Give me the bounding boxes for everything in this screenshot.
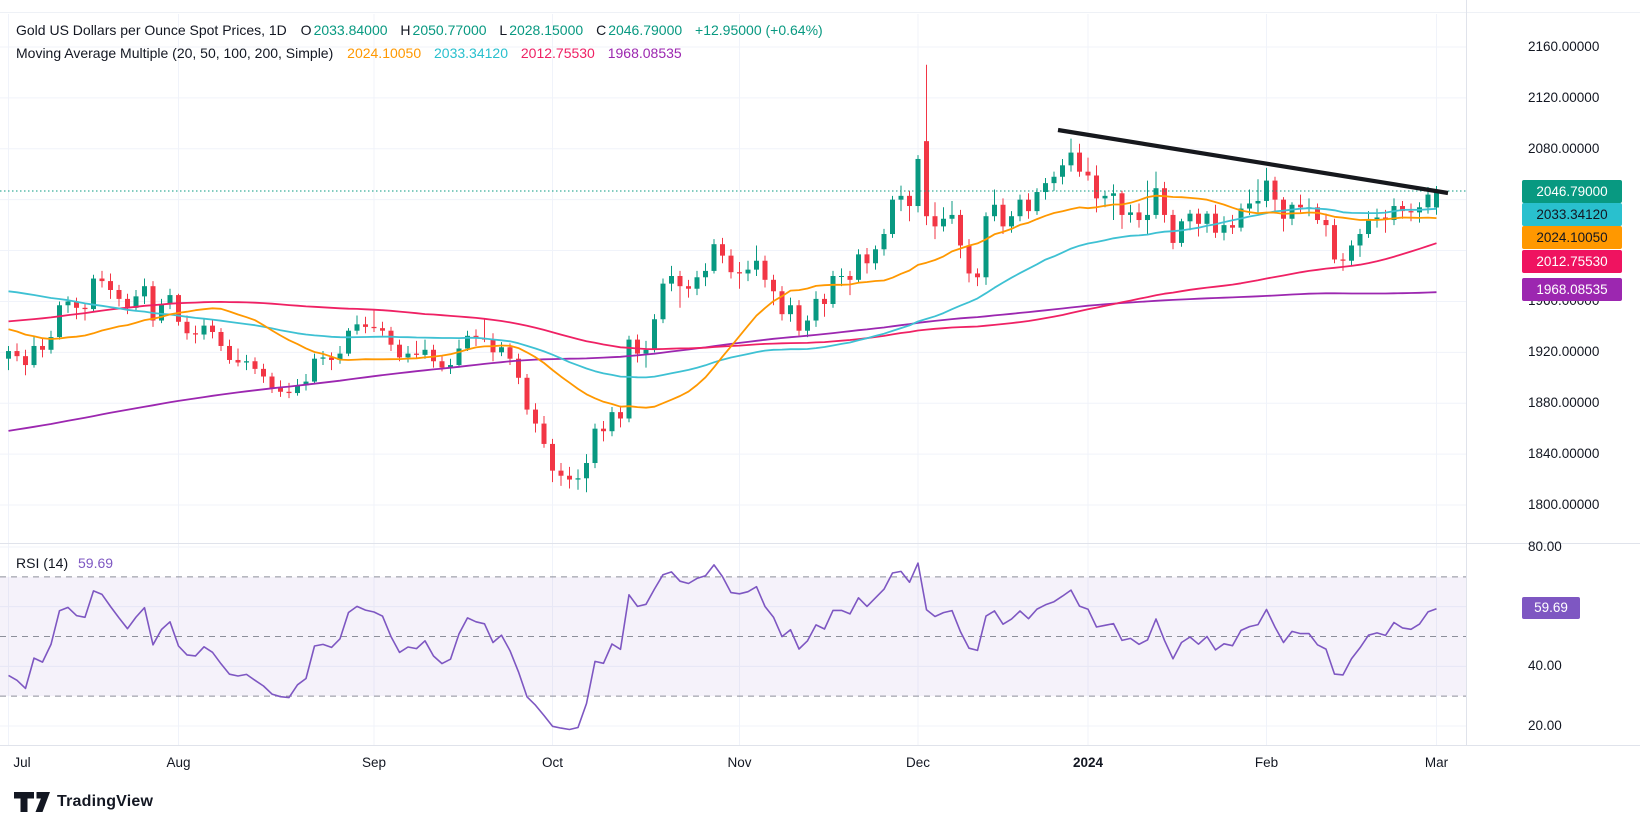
- tradingview-chart-window: Gold US Dollars per Ounce Spot Prices, 1…: [0, 0, 1640, 829]
- price-axis-badge: 2046.79000: [1522, 180, 1622, 203]
- time-axis-label: 2024: [1072, 755, 1104, 770]
- rsi-axis-label: 80.00: [1528, 539, 1562, 554]
- low-label: L: [499, 22, 508, 38]
- rsi-axis-label: 20.00: [1528, 718, 1562, 733]
- time-axis-label: Jul: [13, 755, 31, 770]
- open-value: 2033.84000: [313, 22, 388, 38]
- ma20-value: 2024.10050: [347, 45, 422, 61]
- symbol-title: Gold US Dollars per Ounce Spot Prices, 1…: [16, 22, 287, 38]
- price-axis-label: 1880.00000: [1528, 395, 1600, 411]
- ma100-value: 2012.75530: [520, 45, 595, 61]
- ma-indicator-title: Moving Average Multiple (20, 50, 100, 20…: [16, 45, 334, 61]
- time-axis-label: Dec: [905, 755, 931, 770]
- open-label: O: [300, 22, 312, 38]
- trendline[interactable]: [1057, 127, 1449, 196]
- price-axis-badge: 2012.75530: [1522, 250, 1622, 273]
- ma-legend-row: Moving Average Multiple (20, 50, 100, 20…: [16, 45, 691, 61]
- price-axis-label: 2120.00000: [1528, 89, 1600, 105]
- time-axis-label: Oct: [541, 755, 564, 770]
- time-axis-scale[interactable]: [0, 746, 1640, 780]
- rsi-value: 59.69: [78, 555, 114, 571]
- time-axis-label: Sep: [361, 755, 387, 770]
- rsi-indicator-title: RSI (14): [16, 555, 69, 571]
- time-axis-label: Mar: [1424, 755, 1449, 770]
- price-axis-badge: 2033.34120: [1522, 203, 1622, 226]
- rsi-axis-label: 40.00: [1528, 658, 1562, 674]
- tradingview-logo-text: TradingView: [57, 793, 154, 810]
- tradingview-logo-icon: [14, 791, 50, 812]
- price-axis-label: 1800.00000: [1528, 497, 1600, 512]
- price-axis-badge: 1968.08535: [1522, 278, 1622, 301]
- symbol-legend-row: Gold US Dollars per Ounce Spot Prices, 1…: [16, 22, 825, 38]
- price-axis-label: 1920.00000: [1528, 344, 1600, 360]
- price-axis-label: 2080.00000: [1528, 140, 1600, 156]
- close-label: C: [596, 22, 607, 38]
- ma200-line: [8, 291, 1437, 432]
- rsi-axis-badge: 59.69: [1522, 596, 1580, 619]
- low-value: 2028.15000: [509, 22, 584, 38]
- price-axis-scale[interactable]: [1467, 0, 1640, 745]
- change-value: +12.95000 (+0.64%): [695, 22, 823, 38]
- price-axis-label: 2160.00000: [1528, 39, 1600, 54]
- ma50-value: 2033.34120: [434, 45, 508, 61]
- ma200-value: 1968.08535: [607, 45, 682, 61]
- time-axis-label: Aug: [166, 755, 191, 770]
- price-axis-label: 1840.00000: [1528, 446, 1600, 462]
- high-label: H: [400, 22, 411, 38]
- price-axis-badge: 2024.10050: [1522, 226, 1622, 249]
- chart-canvas[interactable]: [0, 0, 1640, 785]
- time-axis-label: Nov: [727, 755, 752, 770]
- rsi-legend-row: RSI (14) 59.69: [16, 555, 113, 571]
- high-value: 2050.77000: [412, 22, 487, 38]
- tradingview-logo[interactable]: TradingView: [14, 791, 153, 813]
- time-axis-label: Feb: [1254, 755, 1279, 770]
- close-value: 2046.79000: [608, 22, 683, 38]
- candles: [6, 64, 1439, 493]
